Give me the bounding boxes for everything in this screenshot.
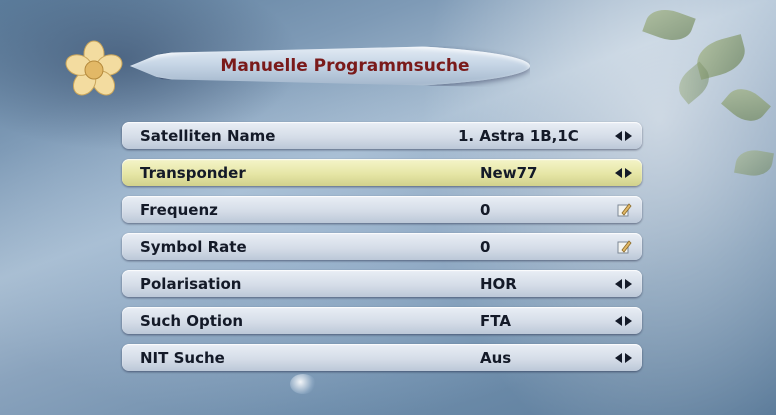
arrow-right-icon[interactable] [625, 352, 632, 363]
edit-icon[interactable] [616, 239, 632, 255]
arrow-right-icon[interactable] [625, 278, 632, 289]
arrow-left-icon[interactable] [615, 167, 622, 178]
row-label: Such Option [140, 311, 244, 330]
row-value: Aus [480, 348, 512, 367]
tv-menu-screen: Manuelle Programmsuche Satelliten Name 1… [0, 0, 776, 415]
menu-list: Satelliten Name 1. Astra 1B,1C Transpond… [122, 122, 642, 381]
row-arrows[interactable] [615, 352, 632, 363]
menu-row-nit-suche[interactable]: NIT Suche Aus [122, 344, 642, 371]
row-label: NIT Suche [140, 348, 225, 367]
arrow-right-icon[interactable] [625, 167, 632, 178]
menu-row-such-option[interactable]: Such Option FTA [122, 307, 642, 334]
row-value: FTA [480, 311, 511, 330]
row-label: Transponder [140, 163, 246, 182]
arrow-left-icon[interactable] [615, 315, 622, 326]
page-indicator [290, 374, 316, 394]
arrow-left-icon[interactable] [615, 130, 622, 141]
arrow-right-icon[interactable] [625, 130, 632, 141]
row-label: Frequenz [140, 200, 218, 219]
row-edit[interactable] [616, 239, 632, 255]
row-label: Polarisation [140, 274, 242, 293]
row-value: 0 [480, 200, 491, 219]
page-title: Manuelle Programmsuche [220, 56, 470, 76]
row-value: HOR [480, 274, 517, 293]
row-label: Symbol Rate [140, 237, 247, 256]
row-arrows[interactable] [615, 278, 632, 289]
menu-row-transponder[interactable]: Transponder New77 [122, 159, 642, 186]
arrow-right-icon[interactable] [625, 315, 632, 326]
menu-row-frequenz[interactable]: Frequenz 0 [122, 196, 642, 223]
row-value: 1. Astra 1B,1C [458, 126, 579, 145]
title-banner: Manuelle Programmsuche [130, 44, 530, 88]
row-value: New77 [480, 163, 538, 182]
row-value: 0 [480, 237, 491, 256]
menu-row-symbol-rate[interactable]: Symbol Rate 0 [122, 233, 642, 260]
row-label: Satelliten Name [140, 126, 276, 145]
menu-row-satelliten-name[interactable]: Satelliten Name 1. Astra 1B,1C [122, 122, 642, 149]
row-arrows[interactable] [615, 130, 632, 141]
flower-icon [65, 40, 123, 96]
row-arrows[interactable] [615, 315, 632, 326]
arrow-left-icon[interactable] [615, 352, 622, 363]
row-arrows[interactable] [615, 167, 632, 178]
edit-icon[interactable] [616, 202, 632, 218]
arrow-left-icon[interactable] [615, 278, 622, 289]
menu-row-polarisation[interactable]: Polarisation HOR [122, 270, 642, 297]
row-edit[interactable] [616, 202, 632, 218]
